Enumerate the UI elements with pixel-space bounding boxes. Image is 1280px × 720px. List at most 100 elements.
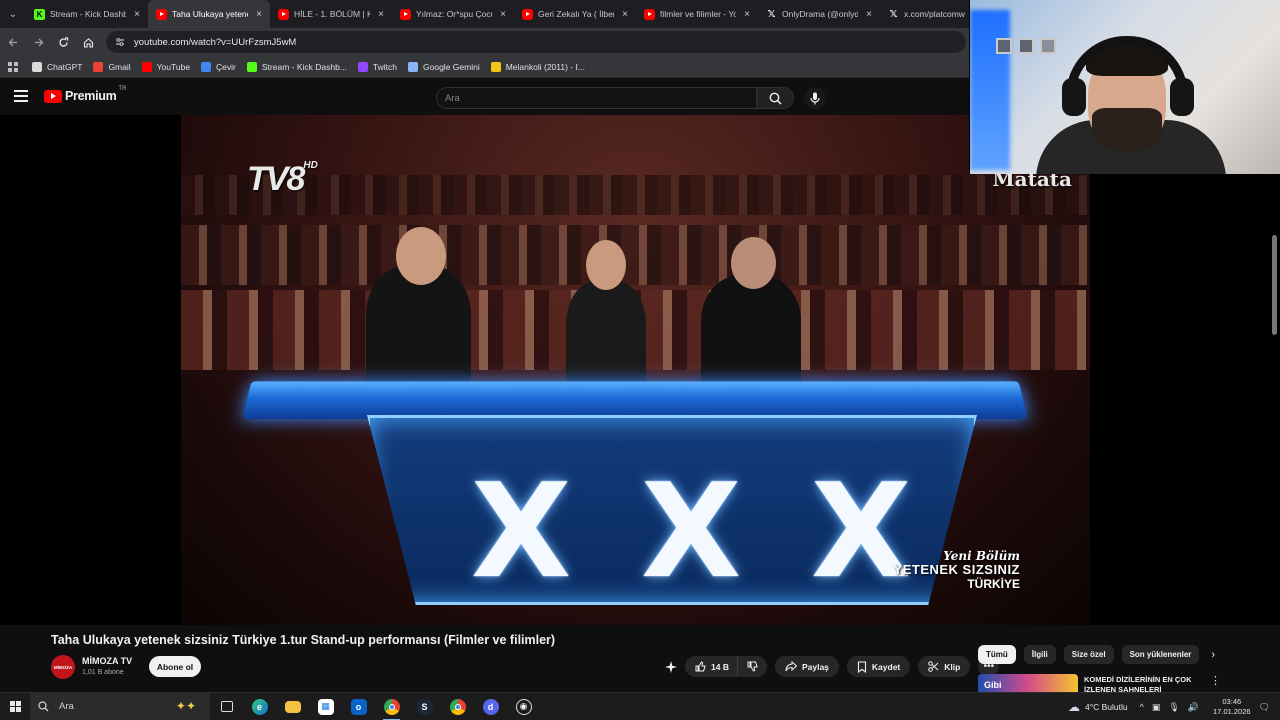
subscribe-button[interactable]: Abone ol [149,656,201,677]
x-buzzer-mark: X [471,455,572,607]
tab-7[interactable]: 𝕏 OnlyDrama (@onlyd × [758,0,880,28]
tab-label: Taha Ulukaya yetene [172,9,248,19]
url-text: youtube.com/watch?v=UUrFzsmJ5wM [134,36,297,48]
bookmark-twitch[interactable]: Twitch [357,61,397,72]
menu-icon[interactable] [14,89,28,103]
discord-button[interactable]: d [474,693,507,720]
sparkle-icon [664,660,677,673]
bookmark-kick[interactable]: Stream - Kick Dashb... [246,61,347,72]
bookmark-imdb[interactable]: Melankoli (2011) - I... [490,61,585,72]
tab-label: Yılmaz: Or*spu Çocuğ [416,9,492,19]
clip-button[interactable]: Klip [918,656,971,677]
save-button[interactable]: Kaydet [846,656,911,677]
video-player[interactable]: TV8HD Matata X X X Yeni Bölüm YETENEK SI… [0,115,1280,625]
share-button[interactable]: Paylaş [774,656,839,677]
start-button[interactable] [0,693,30,720]
tab-3[interactable]: HİLE - 1. BÖLÜM | K × [270,0,392,28]
voice-search-button[interactable] [804,87,826,109]
scissors-icon [928,661,939,672]
close-tab-icon[interactable]: × [254,9,264,20]
tv8-logo: TV8HD [247,160,318,198]
close-tab-icon[interactable]: × [498,9,508,20]
judge-middle [566,280,646,390]
search-button[interactable] [756,87,794,109]
back-button[interactable] [1,30,25,54]
tab-4[interactable]: Yılmaz: Or*spu Çocuğ × [392,0,514,28]
twitch-icon [357,61,368,72]
dislike-button[interactable] [737,656,767,677]
sparkle-ask-button[interactable] [660,656,681,677]
judge-left-head [396,227,446,285]
chrome-button[interactable] [375,693,408,720]
forward-arrow-icon [34,38,43,46]
microphone-icon[interactable]: 🎙 [1168,702,1179,713]
tab-5[interactable]: Geri Zekalı Ya ( İlber × [514,0,636,28]
chrome-profile-button[interactable] [441,693,474,720]
page-scrollbar[interactable] [1272,235,1277,335]
copilot-sparkle-icon: ✦✦ [175,698,196,713]
obs-button[interactable]: ◉ [507,693,540,720]
like-button[interactable]: 14 B [685,656,738,677]
wall-frame [996,38,1012,54]
address-bar[interactable]: youtube.com/watch?v=UUrFzsmJ5wM [106,31,966,53]
search-input[interactable]: Ara [436,87,756,109]
youtube-favicon-icon [400,8,411,20]
tab-2[interactable]: Taha Ulukaya yetene × [148,0,270,28]
close-tab-icon[interactable]: × [132,9,142,20]
video-actions: 14 B Paylaş Kaydet Klip ••• [660,656,1007,677]
weather-widget[interactable]: ☁ 4°C Bulutlu [1068,700,1128,714]
reload-button[interactable] [51,30,75,54]
tab-search-button[interactable]: ⌄ [0,0,26,28]
volume-icon[interactable]: 🔊 [1188,702,1199,713]
judges-desk [242,381,1028,420]
thumbs-down-icon [747,661,758,672]
store-button[interactable]: ▦ [309,693,342,720]
close-tab-icon[interactable]: × [376,9,386,20]
filter-chip[interactable]: İlgili [1023,645,1056,664]
country-code: TR [118,86,127,92]
tab-6[interactable]: filmler ve filimler - Yo × [636,0,758,28]
clock[interactable]: 03:46 17.01.2026 [1213,697,1251,717]
site-info-icon[interactable] [114,36,126,48]
channel-name[interactable]: MİMOZA TV [82,656,132,666]
bookmark-gmail[interactable]: Gmail [93,61,131,72]
chatgpt-icon [32,61,42,72]
close-tab-icon[interactable]: × [742,9,752,20]
home-button[interactable] [76,30,100,54]
close-tab-icon[interactable]: × [864,9,874,20]
bookmark-chatgpt[interactable]: ChatGPT [32,61,82,72]
edge-button[interactable]: e [243,693,276,720]
task-view-icon [220,701,233,712]
store-icon: ▦ [317,698,334,715]
more-vertical-icon[interactable]: ⋮ [1210,674,1221,687]
tab-label: Geri Zekalı Ya ( İlber [538,9,614,19]
bookmark-youtube[interactable]: YouTube [141,61,190,72]
channel-avatar[interactable]: MİMOZA [51,655,75,679]
filter-chip[interactable]: Size özel [1063,645,1114,664]
tab-1[interactable]: K Stream - Kick Dashb × [26,0,148,28]
task-view-button[interactable] [210,693,243,720]
steam-button[interactable]: S [408,693,441,720]
outlook-button[interactable]: o [342,693,375,720]
taskbar-search[interactable]: Ara ✦✦ [30,692,210,720]
forward-button[interactable] [26,30,50,54]
close-tab-icon[interactable]: × [620,9,630,20]
webcam-overlay [969,0,1280,174]
display-icon[interactable]: ▣ [1152,702,1161,713]
filter-chip[interactable]: Son yüklenenler [1121,645,1200,664]
youtube-premium-logo[interactable]: Premium TR [44,86,127,103]
edge-icon: e [251,698,268,715]
bookmark-label: Google Gemini [423,61,480,72]
bookmark-translate[interactable]: Çevir [201,61,236,72]
video-frame[interactable]: TV8HD Matata X X X Yeni Bölüm YETENEK SI… [181,115,1090,625]
filter-chip[interactable]: Tümü [978,645,1016,664]
apps-grid-icon[interactable] [0,61,26,72]
bookmark-gemini[interactable]: Google Gemini [408,61,480,72]
wall-frame [1018,38,1034,54]
video-title: Taha Ulukaya yetenek sizsiniz Türkiye 1.… [51,633,556,647]
chevron-right-icon[interactable]: › [1211,649,1215,661]
search-icon [769,92,782,105]
file-explorer-button[interactable] [276,693,309,720]
notifications-icon[interactable]: 🗨 [1259,702,1270,713]
chevron-up-icon[interactable]: ^ [1140,702,1144,712]
